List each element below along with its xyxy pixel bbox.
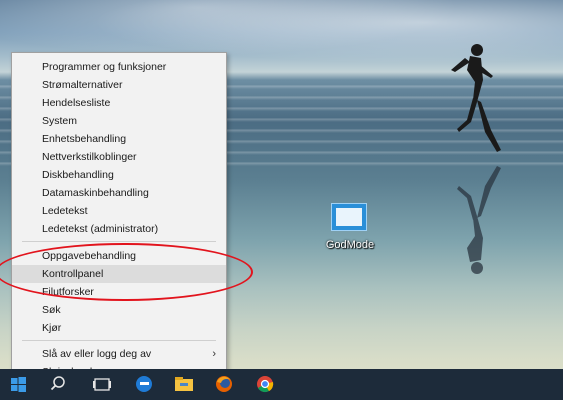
menu-item-computer-management[interactable]: Datamaskinbehandling xyxy=(12,184,226,202)
start-icon[interactable] xyxy=(8,369,28,400)
task-view-icon[interactable] xyxy=(90,369,114,400)
godmode-label: GodMode xyxy=(325,239,375,251)
file-explorer-icon[interactable] xyxy=(172,369,196,400)
menu-item-search[interactable]: Søk xyxy=(12,301,226,319)
menu-item-run[interactable]: Kjør xyxy=(12,319,226,337)
taskbar xyxy=(0,369,563,400)
menu-item-event-viewer[interactable]: Hendelsesliste xyxy=(12,94,226,112)
chevron-right-icon: › xyxy=(212,348,216,360)
chrome-icon[interactable] xyxy=(253,369,277,400)
godmode-desktop-icon[interactable]: GodMode xyxy=(322,203,378,255)
menu-separator xyxy=(22,241,216,242)
menu-item-command-prompt-admin[interactable]: Ledetekst (administrator) xyxy=(12,220,226,238)
menu-item-command-prompt[interactable]: Ledetekst xyxy=(12,202,226,220)
search-icon[interactable] xyxy=(48,369,68,400)
menu-item-power-options[interactable]: Strømalternativer xyxy=(12,76,226,94)
firefox-icon[interactable] xyxy=(212,369,236,400)
winx-context-menu: Programmer og funksjoner Strømalternativ… xyxy=(11,52,227,380)
menu-item-device-manager[interactable]: Enhetsbehandling xyxy=(12,130,226,148)
menu-item-network-connections[interactable]: Nettverkstilkoblinger xyxy=(12,148,226,166)
menu-item-shutdown-label: Slå av eller logg deg av xyxy=(42,348,152,360)
control-panel-icon xyxy=(331,203,367,231)
menu-item-programs-features[interactable]: Programmer og funksjoner xyxy=(12,58,226,76)
menu-item-system[interactable]: System xyxy=(12,112,226,130)
menu-separator xyxy=(22,340,216,341)
menu-item-shutdown-signout[interactable]: Slå av eller logg deg av › xyxy=(12,345,226,363)
runner-silhouette xyxy=(451,44,501,274)
edge-icon[interactable] xyxy=(132,369,156,400)
control-panel-icon-pane xyxy=(336,208,362,226)
menu-item-disk-management[interactable]: Diskbehandling xyxy=(12,166,226,184)
highlight-ellipse-annotation xyxy=(0,243,253,301)
